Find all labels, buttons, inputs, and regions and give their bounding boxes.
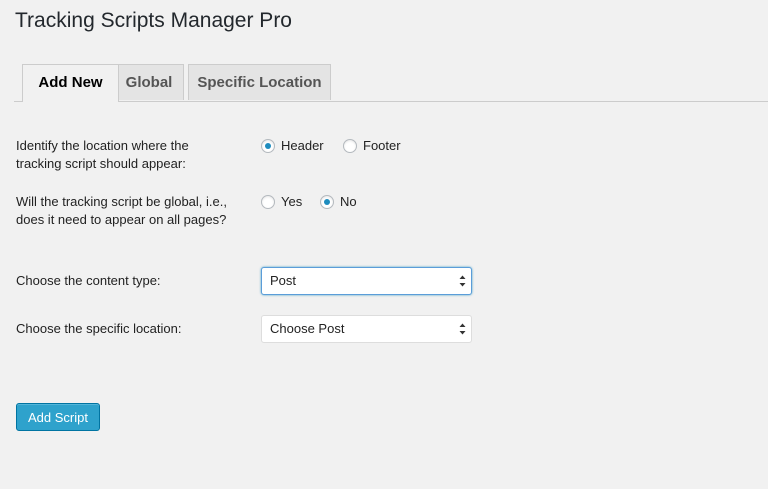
global-label: Will the tracking script be global, i.e.… <box>16 194 227 227</box>
radio-yes[interactable]: Yes <box>261 194 302 209</box>
select-arrows-icon <box>459 275 466 287</box>
content-type-label: Choose the content type: <box>16 273 161 288</box>
radio-yes-circle[interactable] <box>261 194 275 209</box>
radio-yes-label: Yes <box>281 194 303 209</box>
tab-global[interactable]: Global <box>114 64 184 100</box>
tab-add-new[interactable]: Add New <box>22 64 119 102</box>
specific-location-select[interactable]: Choose Post <box>261 315 472 343</box>
radio-header-label: Header <box>281 138 324 153</box>
radio-no[interactable]: No <box>320 194 357 209</box>
tab-bar: Add New Global Specific Location <box>14 64 768 102</box>
tab-specific-location[interactable]: Specific Location <box>188 64 331 100</box>
specific-location-label: Choose the specific location: <box>16 321 182 336</box>
location-label: Identify the location where the tracking… <box>16 138 189 171</box>
page-title: Tracking Scripts Manager Pro <box>15 9 292 32</box>
radio-no-circle[interactable] <box>320 194 334 209</box>
radio-footer-label: Footer <box>363 138 401 153</box>
radio-footer[interactable]: Footer <box>343 138 401 153</box>
radio-header-circle[interactable] <box>261 138 275 153</box>
radio-no-label: No <box>340 194 357 209</box>
specific-location-value: Choose Post <box>270 321 345 336</box>
content-type-value: Post <box>270 273 297 288</box>
select-arrows-icon <box>459 323 466 335</box>
add-script-button[interactable]: Add Script <box>16 403 100 431</box>
content-type-select[interactable]: Post <box>261 267 472 295</box>
radio-footer-circle[interactable] <box>343 138 357 153</box>
radio-header[interactable]: Header <box>261 138 324 153</box>
